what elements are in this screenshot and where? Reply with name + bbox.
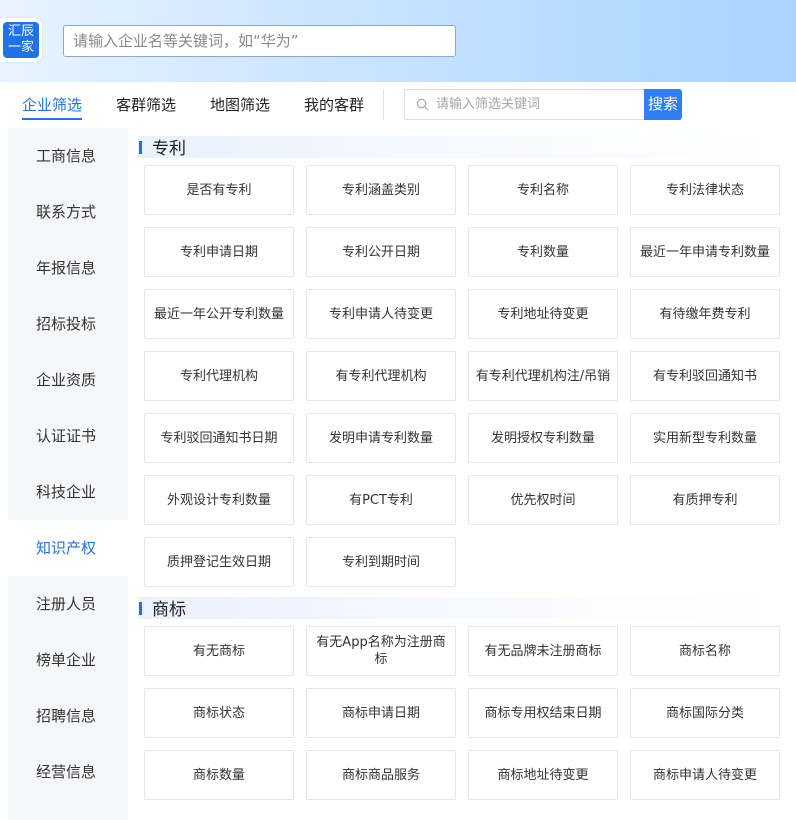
sidebar-item[interactable]: 企业资质 [8, 352, 128, 408]
filter-option[interactable]: 专利涵盖类别 [306, 165, 456, 215]
section-title-text: 专利 [152, 139, 186, 159]
logo-mark: 汇辰 一家 [3, 22, 39, 58]
filter-option[interactable]: 专利到期时间 [306, 537, 456, 587]
filter-option[interactable]: 实用新型专利数量 [630, 413, 780, 463]
filter-option[interactable]: 商标国际分类 [630, 688, 780, 738]
section-title-text: 商标 [152, 600, 186, 620]
section-marker [139, 602, 142, 615]
search-icon [416, 98, 429, 111]
sidebar-item[interactable]: 经营信息 [8, 744, 128, 800]
logo-text-line1: 汇辰 [7, 24, 34, 39]
filter-option[interactable]: 有无商标 [144, 626, 294, 676]
sidebar-item[interactable]: 招聘信息 [8, 688, 128, 744]
filter-option[interactable]: 有专利代理机构注/吊销 [468, 351, 618, 401]
filter-option[interactable]: 有质押专利 [630, 475, 780, 525]
filter-option[interactable]: 优先权时间 [468, 475, 618, 525]
filter-option[interactable]: 专利申请日期 [144, 227, 294, 277]
sidebar-item[interactable]: 知识产权 [8, 520, 128, 576]
filter-option[interactable]: 专利申请人待变更 [306, 289, 456, 339]
filter-option[interactable]: 有专利代理机构 [306, 351, 456, 401]
sidebar-item[interactable]: 科技企业 [8, 464, 128, 520]
filter-option[interactable]: 专利代理机构 [144, 351, 294, 401]
sidebar-item[interactable]: 工商信息 [8, 128, 128, 184]
app-logo[interactable]: 汇辰 一家 [0, 18, 42, 62]
filter-search-box [404, 89, 644, 120]
filter-search-button[interactable]: 搜索 [644, 89, 682, 120]
filter-option[interactable]: 有无App名称为注册商标 [306, 626, 456, 676]
section-title: 专利 [138, 136, 778, 159]
filter-search-input[interactable] [436, 90, 641, 119]
filter-tabs: 企业筛选 客群筛选 地图筛选 我的客群 搜索 [8, 82, 796, 128]
tab-map-filter[interactable]: 地图筛选 [210, 94, 270, 118]
filter-option[interactable]: 专利法律状态 [630, 165, 780, 215]
filter-option[interactable]: 专利地址待变更 [468, 289, 618, 339]
filter-option[interactable]: 有PCT专利 [306, 475, 456, 525]
filter-option[interactable]: 有无品牌未注册商标 [468, 626, 618, 676]
tab-my-customer-groups[interactable]: 我的客群 [304, 94, 364, 118]
category-sidebar: 工商信息 联系方式 年报信息 招标投标 企业资质 认证证书 科技企业 知识产权 注册人员 榜单企业… [8, 128, 128, 820]
filter-option[interactable]: 商标商品服务 [306, 750, 456, 800]
filter-option[interactable]: 商标名称 [630, 626, 780, 676]
sidebar-item[interactable]: 注册人员 [8, 576, 128, 632]
filter-option[interactable]: 商标数量 [144, 750, 294, 800]
company-search-input[interactable] [63, 25, 456, 57]
sidebar-item[interactable]: 年报信息 [8, 240, 128, 296]
filter-option[interactable]: 专利公开日期 [306, 227, 456, 277]
tab-customer-group-filter[interactable]: 客群筛选 [116, 94, 176, 118]
filter-option[interactable]: 商标地址待变更 [468, 750, 618, 800]
filter-option[interactable]: 有专利驳回通知书 [630, 351, 780, 401]
filter-options-area: 专利 是否有专利 专利涵盖类别 专利名称 专利法律状态 专利申请日期 专利公开日期 专利数量最… [128, 128, 796, 820]
filter-option[interactable]: 发明授权专利数量 [468, 413, 618, 463]
filter-option[interactable]: 外观设计专利数量 [144, 475, 294, 525]
filter-option[interactable]: 商标状态 [144, 688, 294, 738]
filter-option[interactable]: 是否有专利 [144, 165, 294, 215]
filter-option[interactable]: 发明申请专利数量 [306, 413, 456, 463]
tab-company-filter[interactable]: 企业筛选 [22, 94, 83, 120]
filter-option[interactable]: 最近一年公开专利数量 [144, 289, 294, 339]
tab-divider [383, 90, 384, 120]
sidebar-item[interactable]: 榜单企业 [8, 632, 128, 688]
top-header: 汇辰 一家 [0, 0, 796, 82]
section-title: 商标 [138, 597, 778, 620]
filter-option[interactable]: 最近一年申请专利数量 [630, 227, 780, 277]
filter-panel: 企业筛选 客群筛选 地图筛选 我的客群 搜索 工商信息联系方式年报信息招标投标企… [8, 82, 796, 820]
sidebar-item[interactable]: 招标投标 [8, 296, 128, 352]
filter-option[interactable]: 专利数量 [468, 227, 618, 277]
filter-option[interactable]: 专利驳回通知书日期 [144, 413, 294, 463]
filter-option[interactable]: 商标专用权结束日期 [468, 688, 618, 738]
filter-option[interactable]: 专利名称 [468, 165, 618, 215]
filter-option[interactable]: 质押登记生效日期 [144, 537, 294, 587]
sidebar-item[interactable]: 联系方式 [8, 184, 128, 240]
filter-option[interactable]: 商标申请人待变更 [630, 750, 780, 800]
section-marker [139, 141, 142, 154]
filter-option[interactable]: 有待缴年费专利 [630, 289, 780, 339]
sidebar-item[interactable]: 认证证书 [8, 408, 128, 464]
filter-option[interactable]: 商标申请日期 [306, 688, 456, 738]
logo-text-line2: 一家 [7, 40, 34, 55]
